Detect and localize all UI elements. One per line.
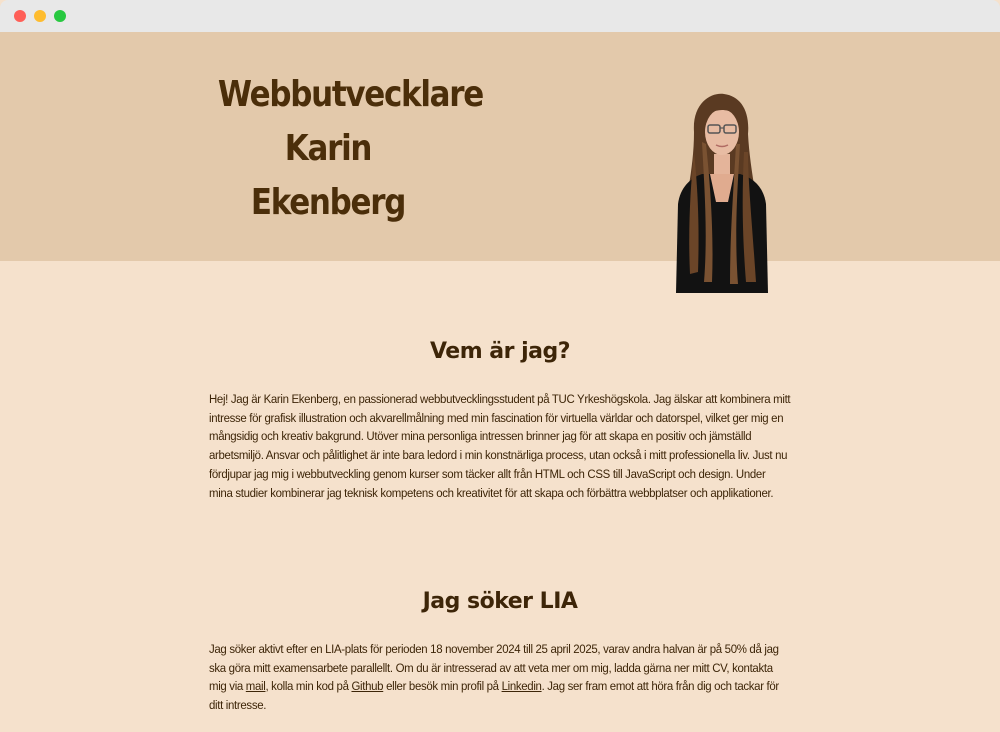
close-window-button[interactable] (14, 10, 26, 22)
window-titlebar (0, 0, 1000, 32)
title-line-1: Webbutvecklare (217, 74, 484, 115)
minimize-window-button[interactable] (34, 10, 46, 22)
lia-text-2: , kolla min kod på (265, 679, 352, 694)
title-line-2: Karin Ekenberg (250, 128, 407, 223)
linkedin-link[interactable]: Linkedin (502, 679, 542, 693)
browser-window: Webbutvecklare Karin Ekenberg Vem är jag… (0, 0, 1000, 732)
lia-paragraph: Jag söker aktivt efter en LIA-plats för … (209, 640, 791, 715)
hero-header: Webbutvecklare Karin Ekenberg (0, 32, 1000, 293)
maximize-window-button[interactable] (54, 10, 66, 22)
page-title: Webbutvecklare Karin Ekenberg (218, 68, 484, 230)
lia-text-3: eller besök min profil på (383, 679, 502, 694)
about-paragraph: Hej! Jag är Karin Ekenberg, en passioner… (209, 392, 791, 500)
github-link[interactable]: Github (351, 679, 383, 693)
main-content: Vem är jag? Hej! Jag är Karin Ekenberg, … (0, 261, 1000, 732)
lia-heading: Jag söker LIA (422, 589, 578, 614)
about-heading: Vem är jag? (429, 339, 571, 364)
mail-link[interactable]: mail (246, 679, 266, 693)
